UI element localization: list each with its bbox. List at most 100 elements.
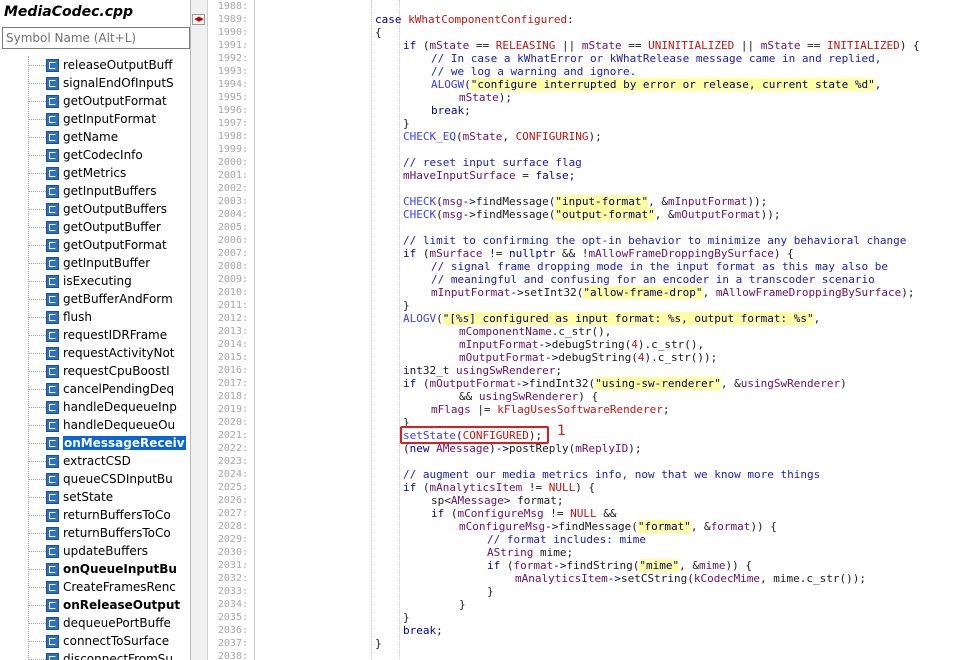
symbol-item[interactable]: setState xyxy=(28,488,190,506)
code-token: CONFIGURING xyxy=(515,130,589,143)
symbol-item[interactable]: handleDequeueInp xyxy=(28,398,190,416)
class-method-icon xyxy=(46,202,59,216)
symbol-item[interactable]: updateBuffers xyxy=(28,542,190,560)
symbol-item[interactable]: getInputBuffers xyxy=(28,182,190,200)
code-token: mAllowFrameDroppingBySurface xyxy=(588,247,774,260)
panel-splitter[interactable]: ◀▶ xyxy=(191,0,208,660)
class-method-icon xyxy=(46,76,59,90)
symbol-item[interactable]: cancelPendingDeq xyxy=(28,380,190,398)
code-token: )) { xyxy=(725,559,752,572)
symbol-item[interactable]: connectToSurface xyxy=(28,632,190,650)
code-token: ( xyxy=(422,247,430,260)
code-token: ); xyxy=(628,442,642,455)
tree-branch xyxy=(28,262,46,264)
collapse-panel-icon[interactable]: ◀▶ xyxy=(192,14,205,25)
symbol-item[interactable]: disconnectFromSu xyxy=(28,650,190,660)
tree-branch xyxy=(28,658,46,660)
line-number: 2006: xyxy=(217,235,248,246)
symbol-item[interactable]: dequeuePortBuffe xyxy=(28,614,190,632)
symbol-item[interactable]: onReleaseOutput xyxy=(28,596,190,614)
code-token: CHECK xyxy=(403,208,437,221)
symbol-item[interactable]: queueCSDInputBu xyxy=(28,470,190,488)
tree-branch xyxy=(28,388,46,390)
code-editor[interactable]: case kWhatComponentConfigured:{if (mStat… xyxy=(255,0,966,660)
symbol-item[interactable]: getInputFormat xyxy=(28,110,190,128)
symbol-item[interactable]: returnBuffersToCo xyxy=(28,506,190,524)
code-token: ; xyxy=(436,624,443,637)
code-token: findMessage( xyxy=(475,195,556,208)
code-token: .c_str(), xyxy=(551,325,612,338)
line-number: 2030: xyxy=(217,547,248,558)
code-token: "input-format" xyxy=(555,195,649,208)
symbol-item[interactable]: getInputBuffer xyxy=(28,254,190,272)
code-token: , mime.c_str()); xyxy=(760,572,867,585)
symbol-item[interactable]: getOutputBuffer xyxy=(28,218,190,236)
symbol-label: cancelPendingDeq xyxy=(63,382,175,396)
code-token: , xyxy=(874,78,882,91)
code-token: != xyxy=(543,507,571,520)
code-token: // limit to confirming the opt-in behavi… xyxy=(403,234,907,247)
code-token: } xyxy=(403,611,410,624)
symbol-item[interactable]: requestActivityNot xyxy=(28,344,190,362)
line-number: 2019: xyxy=(217,404,248,415)
code-token: ) { xyxy=(578,390,599,403)
tree-branch xyxy=(28,190,46,192)
code-line: if (mSurface != nullptr && !mAllowFrameD… xyxy=(403,247,794,260)
symbol-item[interactable]: getOutputFormat xyxy=(28,236,190,254)
symbol-item[interactable]: onQueueInputBu xyxy=(28,560,190,578)
line-number: 1989: xyxy=(217,14,248,25)
line-number: 2005: xyxy=(217,222,248,233)
code-token: "using-sw-renderer" xyxy=(595,377,721,390)
code-token: mFlags xyxy=(431,403,471,416)
symbol-item[interactable]: flush xyxy=(28,308,190,326)
code-token: ; xyxy=(568,169,576,182)
symbol-item[interactable]: isExecuting xyxy=(28,272,190,290)
code-token: -> xyxy=(462,208,476,221)
symbol-list: releaseOutputBuff signalEndOfInputS getOut… xyxy=(0,56,190,660)
symbol-item[interactable]: getBufferAndForm xyxy=(28,290,190,308)
symbol-item[interactable]: getName xyxy=(28,128,190,146)
code-line: AString mime; xyxy=(487,546,573,559)
symbol-item[interactable]: signalEndOfInputS xyxy=(28,74,190,92)
symbol-item[interactable]: returnBuffersToCo xyxy=(28,524,190,542)
code-token: break xyxy=(403,624,437,637)
code-token: mState xyxy=(459,91,499,104)
code-token: ).c_str(), xyxy=(637,338,705,351)
code-token: mOutputFormat xyxy=(674,208,761,221)
line-number: 2021: xyxy=(217,430,248,441)
symbol-label: getOutputBuffer xyxy=(63,220,161,234)
code-token: if xyxy=(403,481,423,494)
symbol-item[interactable]: CreateFramesRenc xyxy=(28,578,190,596)
line-number: 2018: xyxy=(217,391,248,402)
line-number: 2014: xyxy=(217,339,248,350)
symbol-search-input[interactable] xyxy=(2,27,190,49)
symbol-item[interactable]: getMetrics xyxy=(28,164,190,182)
symbol-item[interactable]: getOutputFormat xyxy=(28,92,190,110)
code-token: // we log a warning and ignore. xyxy=(431,65,637,78)
symbol-item[interactable]: handleDequeueOu xyxy=(28,416,190,434)
symbol-item[interactable]: requestCpuBoostI xyxy=(28,362,190,380)
code-token: ( xyxy=(436,195,443,208)
line-number: 1997: xyxy=(217,118,248,129)
symbol-label: onReleaseOutput xyxy=(63,598,181,612)
symbol-item[interactable]: onMessageReceiv xyxy=(28,434,190,452)
tree-branch xyxy=(28,280,46,282)
symbol-item[interactable]: getCodecInfo xyxy=(28,146,190,164)
symbol-item[interactable]: requestIDRFrame xyxy=(28,326,190,344)
code-token: ); xyxy=(498,91,512,104)
tree-branch xyxy=(28,460,46,462)
symbol-label: queueCSDInputBu xyxy=(63,472,173,486)
symbol-item[interactable]: releaseOutputBuff xyxy=(28,56,190,74)
code-token: AMessage xyxy=(450,494,504,507)
line-number: 2011: xyxy=(217,300,248,311)
code-line: if (mConfigureMsg != NULL && xyxy=(431,507,616,520)
code-token: mState xyxy=(462,130,503,143)
code-token: ( xyxy=(450,507,458,520)
symbol-item[interactable]: extractCSD xyxy=(28,452,190,470)
code-token: -> xyxy=(510,286,524,299)
symbol-item[interactable]: getOutputBuffers xyxy=(28,200,190,218)
symbol-label: updateBuffers xyxy=(63,544,148,558)
code-token: mAnalyticsItem xyxy=(515,572,608,585)
code-line: case kWhatComponentConfigured: xyxy=(375,13,574,26)
symbol-label: disconnectFromSu xyxy=(63,652,173,660)
